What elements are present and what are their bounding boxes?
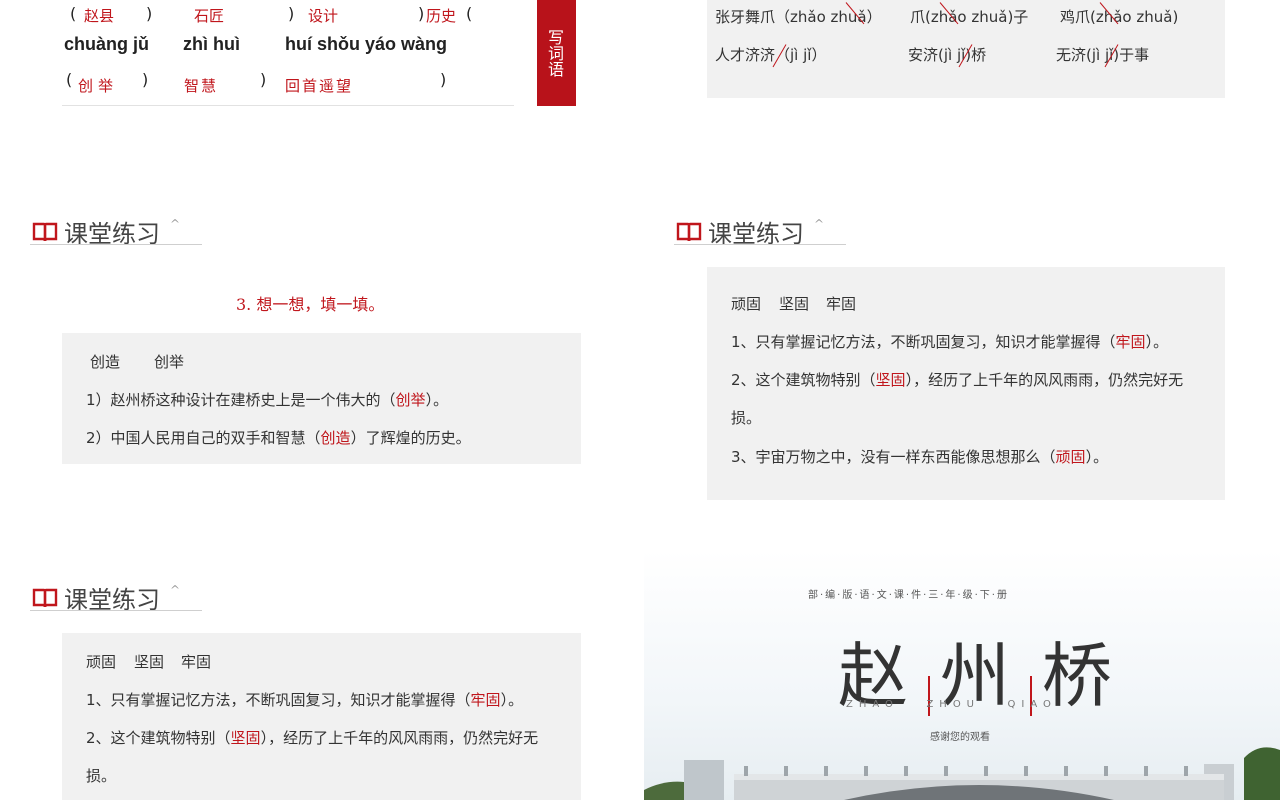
word-laogu: 牢固 bbox=[181, 653, 212, 671]
word-chuangzao: 创造 bbox=[90, 353, 121, 371]
exercise-line-1: 1、只有掌握记忆方法，不断巩固复习，知识才能掌握得（牢固）。 bbox=[86, 689, 523, 710]
line-text: ）了辉煌的历史。 bbox=[350, 429, 471, 447]
polyphone-rencaijiji: 人才济济（jì jǐ） bbox=[715, 46, 827, 64]
exercise-line-2-cont: 损。 bbox=[731, 407, 761, 428]
exercise-line-1: 1、只有掌握记忆方法，不断巩固复习，知识才能掌握得（牢固）。 bbox=[731, 331, 1168, 352]
line-text: ），经历了上千年的风风雨雨，仍然完好无 bbox=[260, 729, 539, 747]
answer-lishi: 历史 bbox=[426, 7, 457, 25]
bridge-illustration bbox=[644, 747, 1280, 800]
polyphone-zhaozi: 爪(zhǎo zhuǎ)子 bbox=[910, 8, 1029, 26]
line-text: 1）赵州桥这种设计在建桥史上是一个伟大的（ bbox=[86, 391, 396, 409]
line-text: 1、只有掌握记忆方法，不断巩固复习，知识才能掌握得（ bbox=[86, 691, 471, 709]
line-text: ）。 bbox=[500, 691, 524, 709]
line-text: 2）中国人民用自己的双手和智慧（ bbox=[86, 429, 321, 447]
cover-subtitle: 部·编·版·语·文·课·件·三·年·级·下·册 bbox=[808, 590, 1009, 601]
answer-zhaoxian: 赵县 bbox=[84, 7, 115, 25]
word-laogu: 牢固 bbox=[826, 295, 857, 313]
line-answer: 坚固 bbox=[875, 371, 906, 389]
exercise-line-1: 1）赵州桥这种设计在建桥史上是一个伟大的（创举）。 bbox=[86, 389, 448, 410]
caret-icon: ^ bbox=[814, 216, 825, 231]
answer-huishouyaowang: 回首遥望 bbox=[285, 77, 354, 95]
paren-open: ( bbox=[66, 70, 73, 89]
title-underline bbox=[30, 610, 202, 611]
divider bbox=[62, 105, 514, 106]
line-answer: 创造 bbox=[320, 429, 351, 447]
paren-open: ( bbox=[466, 4, 473, 23]
exercise-line-2: 2、这个建筑物特别（坚固），经历了上千年的风风雨雨，仍然完好无 bbox=[86, 727, 538, 748]
line-text: ）。 bbox=[1145, 333, 1169, 351]
word-jiangu: 坚固 bbox=[134, 653, 165, 671]
word-chuangju: 创举 bbox=[154, 353, 185, 371]
exercise-line-2: 2）中国人民用自己的双手和智慧（创造）了辉煌的历史。 bbox=[86, 427, 471, 448]
book-icon bbox=[676, 222, 702, 241]
pinyin-huishouyaowang: huí shǒu yáo wàng bbox=[285, 34, 448, 54]
answer-shijiang: 石匠 bbox=[194, 7, 225, 25]
title-underline bbox=[674, 244, 846, 245]
answer-zhihui: 智慧 bbox=[184, 77, 219, 95]
word-jiangu: 坚固 bbox=[779, 295, 810, 313]
paren-open: ( bbox=[70, 4, 77, 23]
pinyin-chuangju: chuàng jǔ bbox=[64, 34, 149, 54]
line-text: ），经历了上千年的风风雨雨，仍然完好无 bbox=[905, 371, 1184, 389]
line-text: ）。 bbox=[425, 391, 449, 409]
line-answer: 牢固 bbox=[470, 691, 501, 709]
paren-close: ) bbox=[418, 4, 425, 23]
line-text: 1、只有掌握记忆方法，不断巩固复习，知识才能掌握得（ bbox=[731, 333, 1116, 351]
exercise-line-2-cont: 损。 bbox=[86, 765, 116, 786]
exercise-heading: 3. 想一想，填一填。 bbox=[236, 295, 385, 314]
pinyin-zhihui: zhì huì bbox=[183, 34, 240, 54]
word-wangu: 顽固 bbox=[86, 653, 117, 671]
paren-close: ) bbox=[288, 4, 295, 23]
polyphone-jizhao: 鸡爪(zhǎo zhuǎ) bbox=[1060, 8, 1179, 26]
polyphone-anjiqiao: 安济(jì jǐ)桥 bbox=[908, 46, 987, 64]
line-text: 3、宇宙万物之中，没有一样东西能像思想那么（ bbox=[731, 448, 1056, 466]
line-answer: 牢固 bbox=[1115, 333, 1146, 351]
paren-close: ) bbox=[146, 4, 153, 23]
exercise-line-2: 2、这个建筑物特别（坚固），经历了上千年的风风雨雨，仍然完好无 bbox=[731, 369, 1183, 390]
line-text: 损。 bbox=[731, 409, 762, 427]
paren-close: ) bbox=[142, 70, 149, 89]
line-text: 2、这个建筑物特别（ bbox=[86, 729, 231, 747]
line-answer: 创举 bbox=[395, 391, 426, 409]
book-icon bbox=[32, 588, 58, 607]
banner-label: 写词语 bbox=[545, 29, 564, 77]
answer-chuangju: 创举 bbox=[78, 77, 119, 95]
caret-icon: ^ bbox=[170, 582, 181, 597]
word-wangu: 顽固 bbox=[731, 295, 762, 313]
line-text: 损。 bbox=[86, 767, 117, 785]
cover-pinyin: ZHAO ZHOU QIAO bbox=[846, 699, 1057, 710]
line-answer: 坚固 bbox=[230, 729, 261, 747]
polyphone-wujiyushi: 无济(jì jǐ)于事 bbox=[1056, 46, 1150, 64]
title-underline bbox=[30, 244, 202, 245]
answer-sheji: 设计 bbox=[308, 7, 339, 25]
paren-close: ) bbox=[440, 70, 447, 89]
book-icon bbox=[32, 222, 58, 241]
exercise-line-3: 3、宇宙万物之中，没有一样东西能像思想那么（顽固）。 bbox=[731, 446, 1108, 467]
line-text: ）。 bbox=[1085, 448, 1109, 466]
line-text: 2、这个建筑物特别（ bbox=[731, 371, 876, 389]
caret-icon: ^ bbox=[170, 216, 181, 231]
paren-close: ) bbox=[260, 70, 267, 89]
line-answer: 顽固 bbox=[1055, 448, 1086, 466]
banner-xiecic: 写词语 bbox=[537, 0, 576, 106]
